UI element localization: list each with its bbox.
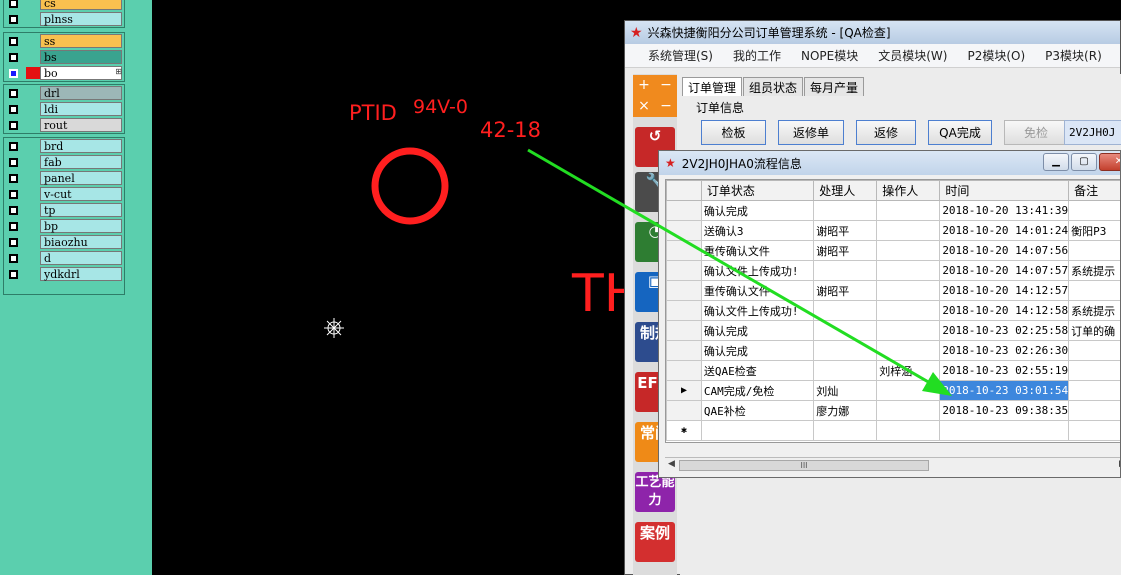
annotation-arrow (527, 148, 952, 396)
arrow-head (922, 372, 952, 396)
screen: cs plnss ss bs bo ⊞ drl ldi rout brd fab… (0, 0, 1121, 575)
arrow-line (527, 148, 938, 389)
